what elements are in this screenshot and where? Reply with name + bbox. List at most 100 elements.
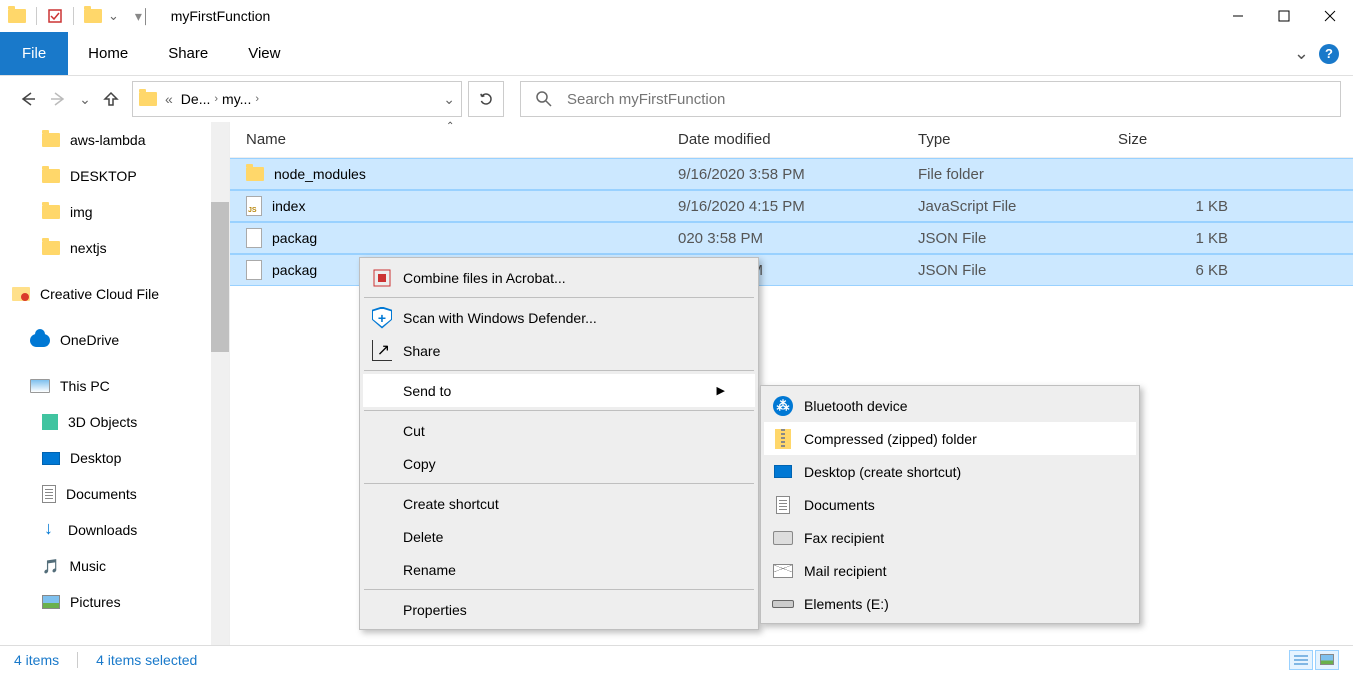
history-dropdown[interactable]: ⌄	[76, 84, 94, 114]
forward-button[interactable]	[44, 84, 74, 114]
ctx-label: Create shortcut	[403, 496, 499, 512]
breadcrumb-overflow[interactable]: «	[161, 91, 177, 107]
file-size: 1 KB	[1108, 230, 1238, 247]
file-row[interactable]: index 9/16/2020 4:15 PM JavaScript File …	[230, 190, 1353, 222]
desktop-icon	[42, 452, 60, 465]
folder-icon	[246, 167, 264, 181]
sendto-desktop-shortcut[interactable]: Desktop (create shortcut)	[764, 455, 1136, 488]
app-icon	[8, 9, 26, 23]
tab-file[interactable]: File	[0, 32, 68, 75]
ctx-label: Fax recipient	[804, 530, 884, 546]
view-thumbnails-button[interactable]	[1315, 650, 1339, 670]
address-dropdown-icon[interactable]: ⌄	[443, 91, 455, 108]
maximize-button[interactable]	[1261, 0, 1307, 32]
tree-pictures[interactable]: Pictures	[0, 584, 229, 620]
tree-label: This PC	[60, 378, 110, 394]
ctx-send-to[interactable]: Send to▶	[363, 374, 755, 407]
tree-scrollbar-thumb[interactable]	[211, 202, 229, 352]
qat-properties-icon[interactable]	[47, 8, 63, 24]
back-button[interactable]	[12, 84, 42, 114]
file-date: 9/16/2020 4:15 PM	[668, 198, 908, 215]
tree-3d-objects[interactable]: 3D Objects	[0, 404, 229, 440]
ctx-create-shortcut[interactable]: Create shortcut	[363, 487, 755, 520]
tree-desktop-folder[interactable]: DESKTOP	[0, 158, 229, 194]
ctx-scan-defender[interactable]: Scan with Windows Defender...	[363, 301, 755, 334]
tree-downloads[interactable]: Downloads	[0, 512, 229, 548]
tree-label: aws-lambda	[70, 132, 145, 148]
tree-label: img	[70, 204, 93, 220]
minimize-button[interactable]	[1215, 0, 1261, 32]
file-icon	[246, 228, 262, 248]
tab-share[interactable]: Share	[148, 32, 228, 75]
ctx-delete[interactable]: Delete	[363, 520, 755, 553]
help-button[interactable]: ?	[1319, 44, 1339, 64]
tree-this-pc[interactable]: This PC	[0, 368, 229, 404]
search-box[interactable]	[520, 81, 1341, 117]
ctx-combine-acrobat[interactable]: Combine files in Acrobat...	[363, 261, 755, 294]
file-name: packag	[272, 230, 317, 246]
sendto-mail[interactable]: Mail recipient	[764, 554, 1136, 587]
ctx-label: Rename	[403, 562, 456, 578]
up-button[interactable]	[96, 84, 126, 114]
col-size[interactable]: Size	[1108, 122, 1238, 157]
ribbon-expand-icon[interactable]: ⌄	[1294, 43, 1309, 64]
sendto-drive-e[interactable]: Elements (E:)	[764, 587, 1136, 620]
file-type: JSON File	[908, 262, 1108, 279]
context-menu: Combine files in Acrobat... Scan with Wi…	[359, 257, 759, 630]
ctx-label: Documents	[804, 497, 875, 513]
ctx-copy[interactable]: Copy	[363, 447, 755, 480]
file-type: JSON File	[908, 230, 1108, 247]
tree-creative-cloud[interactable]: Creative Cloud File	[0, 276, 229, 312]
sendto-compressed-folder[interactable]: Compressed (zipped) folder	[764, 422, 1136, 455]
view-details-button[interactable]	[1289, 650, 1313, 670]
status-selected-count: 4 items selected	[96, 652, 197, 668]
breadcrumb-1[interactable]: De...	[181, 91, 211, 107]
close-button[interactable]	[1307, 0, 1353, 32]
chevron-right-icon[interactable]: ›	[255, 93, 259, 105]
ctx-cut[interactable]: Cut	[363, 414, 755, 447]
ctx-label: Copy	[403, 456, 436, 472]
sendto-fax[interactable]: Fax recipient	[764, 521, 1136, 554]
qat-dropdown-icon[interactable]: ⌄	[108, 8, 119, 24]
address-bar[interactable]: « De... › my... › ⌄	[132, 81, 462, 117]
tree-nextjs[interactable]: nextjs	[0, 230, 229, 266]
file-name: packag	[272, 262, 317, 278]
fax-icon	[773, 531, 793, 545]
col-date[interactable]: Date modified	[668, 122, 908, 157]
tree-documents[interactable]: Documents	[0, 476, 229, 512]
file-date: 020 3:58 PM	[668, 230, 908, 247]
navigation-pane[interactable]: aws-lambda DESKTOP img nextjs Creative C…	[0, 122, 230, 645]
file-name: node_modules	[274, 166, 366, 182]
tree-music[interactable]: Music	[0, 548, 229, 584]
ctx-share[interactable]: Share	[363, 334, 755, 367]
tree-scrollbar[interactable]	[211, 122, 229, 645]
column-headers: ⌃ Name Date modified Type Size	[230, 122, 1353, 158]
tree-img[interactable]: img	[0, 194, 229, 230]
tree-onedrive[interactable]: OneDrive	[0, 322, 229, 358]
tab-home[interactable]: Home	[68, 32, 148, 75]
onedrive-icon	[30, 334, 50, 347]
sendto-bluetooth[interactable]: ⁂Bluetooth device	[764, 389, 1136, 422]
status-bar: 4 items 4 items selected	[0, 645, 1353, 673]
drive-icon	[772, 600, 794, 608]
breadcrumb-2[interactable]: my...	[222, 91, 251, 107]
tree-aws-lambda[interactable]: aws-lambda	[0, 122, 229, 158]
ctx-label: Cut	[403, 423, 425, 439]
refresh-button[interactable]	[468, 81, 504, 117]
search-input[interactable]	[567, 91, 1326, 108]
sendto-documents[interactable]: Documents	[764, 488, 1136, 521]
tab-view[interactable]: View	[228, 32, 300, 75]
ctx-properties[interactable]: Properties	[363, 593, 755, 626]
tree-desktop[interactable]: Desktop	[0, 440, 229, 476]
folder-icon	[42, 205, 60, 219]
chevron-right-icon[interactable]: ›	[214, 93, 218, 105]
search-icon	[535, 90, 553, 108]
mail-icon	[773, 564, 793, 578]
titlebar: ⌄ ▾│ myFirstFunction	[0, 0, 1353, 32]
ctx-rename[interactable]: Rename	[363, 553, 755, 586]
desktop-icon	[774, 465, 792, 478]
file-row[interactable]: node_modules 9/16/2020 3:58 PM File fold…	[230, 158, 1353, 190]
col-type[interactable]: Type	[908, 122, 1108, 157]
file-row[interactable]: packag 020 3:58 PM JSON File 1 KB	[230, 222, 1353, 254]
qat-folder-icon[interactable]	[84, 9, 102, 23]
